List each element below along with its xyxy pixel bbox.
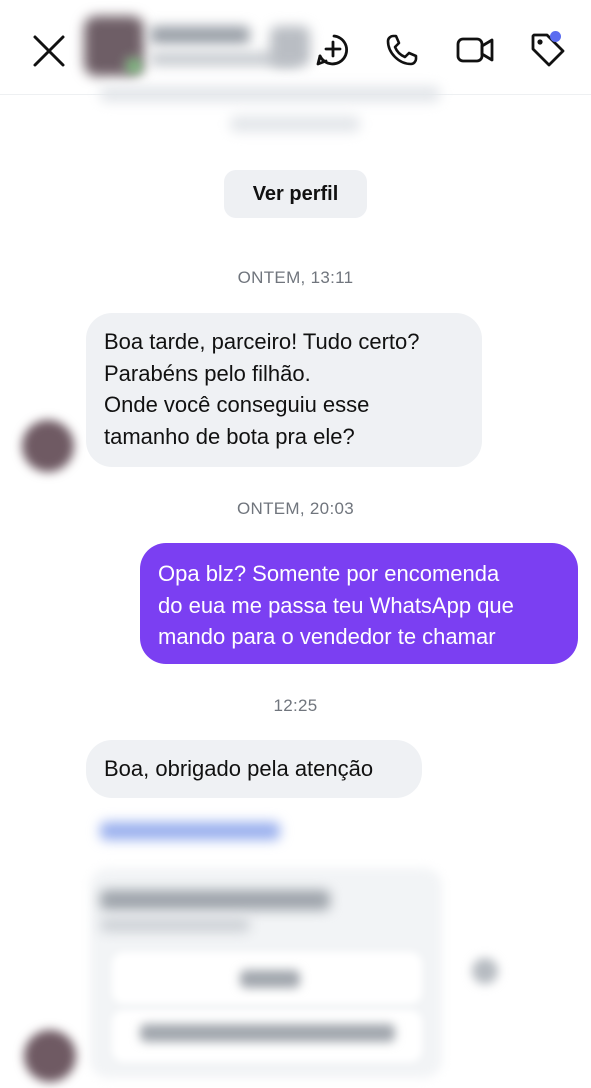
tag-icon bbox=[531, 33, 565, 67]
ai-assistant-button[interactable] bbox=[312, 30, 352, 70]
incoming-message[interactable]: Boa, obrigado pela atenção bbox=[86, 740, 422, 798]
close-icon bbox=[33, 35, 65, 67]
share-icon[interactable] bbox=[472, 958, 498, 984]
message-line: Boa tarde, parceiro! Tudo certo? bbox=[104, 329, 420, 354]
message-line: do eua me passa teu WhatsApp que bbox=[158, 592, 514, 618]
video-camera-icon bbox=[456, 37, 494, 63]
message-line: Onde você conseguiu esse bbox=[104, 392, 370, 417]
timestamp: ONTEM, 13:11 bbox=[237, 268, 354, 287]
timestamp: ONTEM, 20:03 bbox=[237, 499, 354, 518]
contact-name[interactable] bbox=[150, 26, 250, 44]
card-subtitle-blurred bbox=[100, 918, 250, 932]
message-line: mando para o vendedor te chamar bbox=[158, 624, 496, 649]
card-action-label-blurred bbox=[240, 970, 300, 988]
message-line: Boa, obrigado pela atenção bbox=[104, 756, 374, 781]
incoming-message[interactable]: Boa tarde, parceiro! Tudo certo? Parabén… bbox=[86, 313, 482, 467]
online-status-dot bbox=[126, 58, 142, 74]
video-call-button[interactable] bbox=[454, 30, 496, 70]
view-profile-button[interactable]: Ver perfil bbox=[224, 170, 367, 218]
sender-avatar[interactable] bbox=[22, 420, 74, 472]
notification-dot bbox=[550, 31, 561, 42]
sender-avatar[interactable] bbox=[24, 1030, 76, 1082]
outgoing-message[interactable]: Opa blz? Somente por encomenda do eua me… bbox=[140, 543, 578, 664]
shared-link-blurred[interactable] bbox=[100, 822, 280, 840]
label-button[interactable] bbox=[526, 28, 570, 72]
timestamp: 12:25 bbox=[273, 696, 318, 715]
message-line: Parabéns pelo filhão. bbox=[104, 360, 311, 386]
call-button[interactable] bbox=[382, 30, 422, 70]
ai-sparkle-icon bbox=[316, 34, 348, 66]
message-line: tamanho de bota pra ele? bbox=[104, 423, 355, 449]
intro-text-blurred bbox=[100, 86, 440, 102]
phone-icon bbox=[386, 34, 418, 66]
card-action-label-blurred bbox=[140, 1024, 395, 1042]
card-title-blurred bbox=[100, 890, 330, 910]
message-line: Opa blz? Somente por encomenda bbox=[158, 561, 500, 586]
close-button[interactable] bbox=[28, 30, 70, 72]
intro-subtext-blurred bbox=[230, 116, 360, 132]
header-extra-icon bbox=[270, 26, 310, 66]
chat-header bbox=[0, 0, 591, 95]
